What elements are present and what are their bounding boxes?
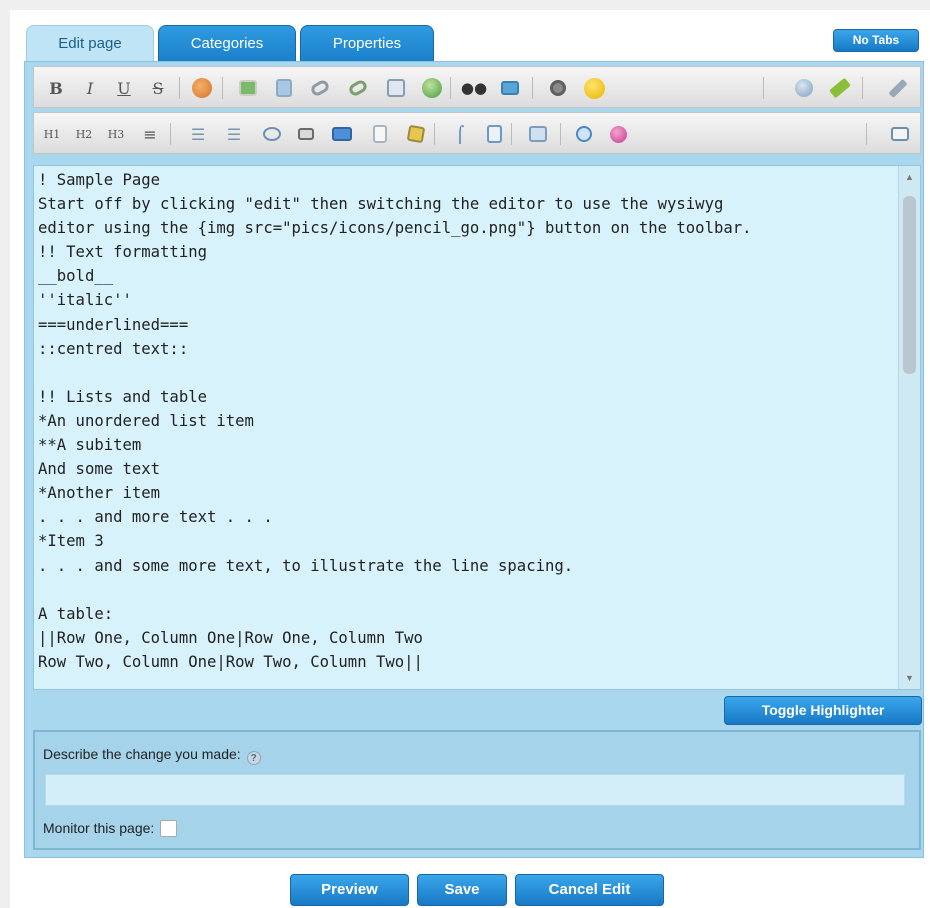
monitor-page-text: Monitor this page: [43, 820, 155, 836]
number-list-icon[interactable]: ☰ [222, 122, 246, 146]
bold-button[interactable]: B [44, 76, 68, 100]
template-icon[interactable] [526, 122, 550, 146]
toolbar-formatting: B I U S ●● [33, 66, 921, 108]
describe-change-text: Describe the change you made: [43, 746, 241, 762]
save-button[interactable]: Save [417, 874, 507, 906]
paste-icon[interactable] [272, 76, 296, 100]
monitor-page-checkbox[interactable] [160, 820, 178, 837]
note-icon[interactable] [404, 122, 428, 146]
editor-scrollbar[interactable]: ▲ ▼ [898, 166, 920, 689]
globe-icon[interactable] [420, 76, 444, 100]
question-icon[interactable]: ? [246, 751, 261, 765]
comment-icon[interactable] [260, 122, 284, 146]
replace-icon[interactable] [498, 76, 522, 100]
edit-wysiwyg-icon[interactable] [828, 76, 852, 100]
link-icon[interactable] [308, 76, 332, 100]
color-icon[interactable] [190, 76, 214, 100]
box-icon[interactable] [330, 122, 354, 146]
wiki-source-editor[interactable]: ! Sample Page Start off by clicking "edi… [33, 165, 921, 690]
settings-icon[interactable] [886, 76, 910, 100]
edit-summary-panel: Describe the change you made:? Monitor t… [33, 730, 921, 850]
scrollbar-thumb[interactable] [903, 196, 916, 374]
describe-change-input[interactable] [45, 774, 905, 806]
italic-button[interactable]: I [78, 76, 102, 100]
page-icon[interactable] [368, 122, 392, 146]
smiley-icon[interactable] [582, 76, 606, 100]
toolbar-structure: H1 H2 H3 ≡ ☰ ☰ ⌠ [33, 112, 921, 154]
editor-content[interactable]: ! Sample Page Start off by clicking "edi… [34, 166, 920, 674]
scroll-down-arrow[interactable]: ▼ [905, 673, 914, 683]
help-icon[interactable] [792, 76, 816, 100]
strikethrough-button[interactable]: S [146, 76, 170, 100]
no-tabs-button[interactable]: No Tabs [833, 29, 919, 52]
toolbar-separator [434, 123, 435, 145]
hr-icon[interactable]: ⌠ [448, 122, 472, 146]
preview-button[interactable]: Preview [290, 874, 409, 906]
unlink-icon[interactable] [346, 76, 370, 100]
code-icon[interactable] [572, 122, 596, 146]
spellcheck-icon[interactable] [546, 76, 570, 100]
find-icon[interactable]: ●● [461, 76, 487, 100]
toolbar-separator [862, 77, 863, 99]
editor-frame: B I U S ●● H1 H2 H3 ≡ ☰ ☰ ⌠ ! Sample Pag… [24, 61, 924, 858]
toolbar-separator [763, 77, 764, 99]
toolbar-separator [866, 123, 867, 145]
toolbar-separator [222, 77, 223, 99]
tab-properties[interactable]: Properties [300, 25, 434, 63]
toolbar-separator [179, 77, 180, 99]
fullscreen-icon[interactable] [888, 122, 912, 146]
toolbar-separator [450, 77, 451, 99]
bullet-list-icon[interactable]: ☰ [186, 122, 210, 146]
table-icon[interactable] [294, 122, 318, 146]
toolbar-separator [170, 123, 171, 145]
toolbar-separator [560, 123, 561, 145]
underline-button[interactable]: U [112, 76, 136, 100]
cancel-edit-button[interactable]: Cancel Edit [515, 874, 664, 906]
heading2-button[interactable]: H2 [72, 122, 96, 146]
describe-change-label: Describe the change you made:? [43, 746, 261, 765]
scroll-up-arrow[interactable]: ▲ [905, 172, 914, 182]
toggle-highlighter-button[interactable]: Toggle Highlighter [724, 696, 922, 725]
save-icon[interactable] [384, 76, 408, 100]
monitor-page-label: Monitor this page: [43, 820, 178, 837]
heading3-button[interactable]: H3 [104, 122, 128, 146]
page-break-icon[interactable] [482, 122, 506, 146]
align-center-icon[interactable]: ≡ [138, 122, 162, 146]
image-icon[interactable] [236, 76, 260, 100]
heading1-button[interactable]: H1 [40, 122, 64, 146]
toolbar-separator [532, 77, 533, 99]
special-char-icon[interactable] [606, 122, 630, 146]
tab-categories[interactable]: Categories [158, 25, 296, 63]
tab-edit-page[interactable]: Edit page [26, 25, 154, 63]
toolbar-separator [511, 123, 512, 145]
